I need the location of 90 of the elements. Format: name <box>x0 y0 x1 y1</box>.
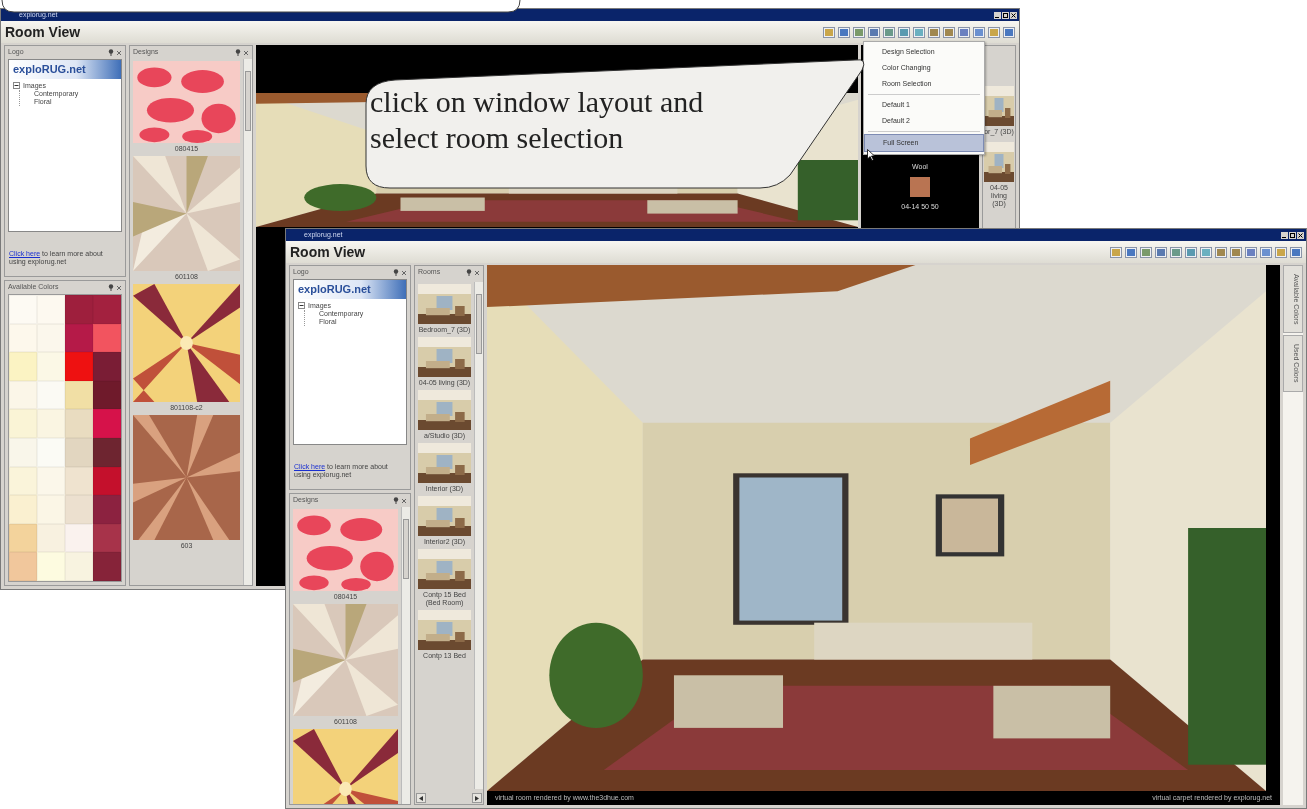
image-icon[interactable] <box>1200 246 1212 258</box>
color-swatch[interactable] <box>37 523 65 553</box>
color-swatch[interactable] <box>9 495 37 524</box>
color-swatch[interactable] <box>93 380 121 410</box>
image-icon[interactable] <box>973 26 985 38</box>
image-icon[interactable] <box>823 26 835 38</box>
color-swatch[interactable] <box>93 495 121 524</box>
image-icon[interactable] <box>988 26 1000 38</box>
pin-icon[interactable] <box>393 269 399 276</box>
color-swatch[interactable] <box>65 409 93 438</box>
minimize-icon[interactable] <box>994 11 1001 19</box>
color-swatch[interactable] <box>37 552 65 581</box>
color-swatch[interactable] <box>65 552 93 581</box>
image-icon[interactable] <box>1290 246 1302 258</box>
color-swatch[interactable] <box>93 552 121 581</box>
pin-icon[interactable] <box>108 284 114 291</box>
color-swatch[interactable] <box>93 437 121 467</box>
color-swatch[interactable] <box>65 437 93 467</box>
pin-icon[interactable] <box>235 49 241 56</box>
image-icon[interactable] <box>1003 26 1015 38</box>
color-swatch[interactable] <box>37 409 65 438</box>
image-icon[interactable] <box>1275 246 1287 258</box>
image-icon[interactable] <box>1215 246 1227 258</box>
color-swatch[interactable] <box>37 323 65 353</box>
pin-icon[interactable] <box>108 49 114 56</box>
color-swatch[interactable] <box>37 495 65 524</box>
image-icon[interactable] <box>928 26 940 38</box>
scrollbar[interactable] <box>243 59 252 585</box>
scroll-left-button[interactable] <box>416 793 426 803</box>
page-heading: Room View <box>5 23 81 41</box>
color-swatch[interactable] <box>9 323 37 353</box>
color-swatch[interactable] <box>93 466 121 496</box>
image-icon[interactable] <box>1125 246 1137 258</box>
maximize-icon[interactable] <box>1002 11 1009 19</box>
image-icon[interactable] <box>868 26 880 38</box>
image-icon[interactable] <box>958 26 970 38</box>
color-swatch[interactable] <box>9 552 37 581</box>
color-swatch[interactable] <box>93 409 121 438</box>
color-swatch[interactable] <box>37 380 65 410</box>
close-icon[interactable] <box>1297 231 1304 239</box>
image-icon[interactable] <box>1260 246 1272 258</box>
color-swatch[interactable] <box>37 295 65 324</box>
close-icon[interactable] <box>1010 11 1017 19</box>
scroll-right-button[interactable] <box>472 793 482 803</box>
color-swatch[interactable] <box>37 352 65 381</box>
color-swatch[interactable] <box>9 437 37 467</box>
color-swatch[interactable] <box>65 295 93 324</box>
image-icon[interactable] <box>1230 246 1242 258</box>
pin-icon[interactable] <box>466 269 472 276</box>
pin-icon[interactable] <box>393 497 399 504</box>
color-swatch[interactable] <box>9 352 37 381</box>
minimize-icon[interactable] <box>1281 231 1288 239</box>
color-swatch[interactable] <box>65 352 93 381</box>
image-icon[interactable] <box>898 26 910 38</box>
scrollbar[interactable] <box>401 507 410 804</box>
color-swatch[interactable] <box>9 523 37 553</box>
image-icon[interactable] <box>1245 246 1257 258</box>
image-icon[interactable] <box>1140 246 1152 258</box>
collapse-icon[interactable] <box>298 302 305 310</box>
collapse-icon[interactable] <box>13 82 20 90</box>
color-swatch[interactable] <box>37 466 65 496</box>
color-swatch[interactable] <box>9 409 37 438</box>
image-icon[interactable] <box>853 26 865 38</box>
color-swatch[interactable] <box>9 295 37 324</box>
color-swatch[interactable] <box>93 295 121 324</box>
image-icon[interactable] <box>1185 246 1197 258</box>
color-swatch[interactable] <box>93 352 121 381</box>
image-icon[interactable] <box>1170 246 1182 258</box>
image-icon[interactable] <box>883 26 895 38</box>
color-swatch[interactable] <box>65 495 93 524</box>
page-heading: Room View <box>290 243 366 261</box>
color-swatch[interactable] <box>93 323 121 353</box>
scrollbar[interactable] <box>474 282 483 789</box>
image-icon[interactable] <box>1155 246 1167 258</box>
color-swatch[interactable] <box>65 466 93 496</box>
image-icon[interactable] <box>838 26 850 38</box>
image-icon[interactable] <box>913 26 925 38</box>
color-swatch[interactable] <box>65 523 93 553</box>
color-swatch[interactable] <box>9 466 37 496</box>
color-swatch[interactable] <box>9 380 37 410</box>
maximize-icon[interactable] <box>1289 231 1296 239</box>
image-icon[interactable] <box>1110 246 1122 258</box>
color-swatch[interactable] <box>37 437 65 467</box>
arrow-icon <box>419 795 423 801</box>
callout-text: click on window layout and select room selection <box>370 84 704 156</box>
color-swatch[interactable] <box>93 523 121 553</box>
color-swatch[interactable] <box>65 323 93 353</box>
color-swatch[interactable] <box>65 380 93 410</box>
arrow-icon <box>475 795 479 801</box>
image-icon[interactable] <box>943 26 955 38</box>
